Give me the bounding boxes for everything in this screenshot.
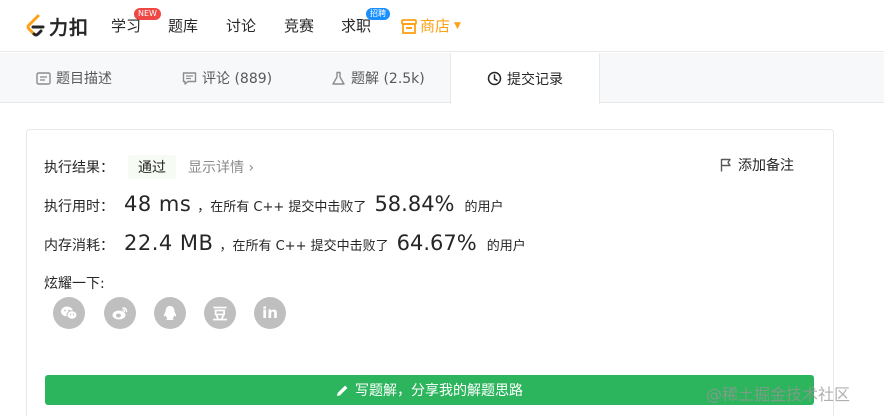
chevron-right-icon: › bbox=[248, 160, 255, 176]
runtime-percent: 58.84% bbox=[374, 192, 455, 216]
nav-item-learn[interactable]: 学习 NEW bbox=[111, 8, 161, 36]
tab-label: 题解 (2.5k) bbox=[351, 71, 425, 87]
description-icon bbox=[36, 71, 51, 85]
nav-item-label: 学习 bbox=[111, 17, 142, 35]
result-row: 执行结果： 通过 显示详情 › bbox=[44, 155, 254, 179]
share-qq-button[interactable] bbox=[154, 297, 186, 329]
memory-row: 内存消耗： 22.4 MB ，在所有 C++ 提交中击败了 64.67% 的用户 bbox=[44, 231, 526, 255]
share-linkedin-button[interactable]: in bbox=[254, 297, 286, 329]
share-label: 炫耀一下: bbox=[44, 276, 105, 292]
runtime-label: 执行用时： bbox=[44, 199, 114, 215]
caret-down-icon: ▼ bbox=[454, 21, 461, 31]
status-badge[interactable]: 通过 bbox=[128, 155, 176, 179]
show-details-label: 显示详情 bbox=[188, 160, 244, 176]
share-douban-button[interactable]: 豆 bbox=[204, 297, 236, 329]
tab-solutions[interactable]: 题解 (2.5k) bbox=[331, 53, 425, 103]
weibo-icon bbox=[112, 307, 128, 320]
nav-item-store[interactable]: 商店 ▼ bbox=[401, 16, 461, 36]
wechat-icon bbox=[61, 306, 78, 320]
watermark: @稀土掘金技术社区 bbox=[706, 385, 851, 404]
logo[interactable]: 力扣 bbox=[24, 13, 89, 39]
add-note-button[interactable]: 添加备注 bbox=[720, 155, 794, 175]
runtime-row: 执行用时： 48 ms ，在所有 C++ 提交中击败了 58.84% 的用户 bbox=[44, 192, 504, 216]
runtime-text: ，在所有 C++ 提交中击败了 bbox=[197, 200, 367, 215]
tab-label: 评论 (889) bbox=[202, 71, 273, 87]
pencil-icon bbox=[337, 385, 348, 396]
clock-icon bbox=[487, 71, 502, 86]
linkedin-icon: in bbox=[262, 304, 278, 322]
write-solution-button[interactable]: 写题解，分享我的解题思路 bbox=[45, 375, 814, 405]
douban-icon: 豆 bbox=[212, 304, 228, 323]
nav-item-discuss[interactable]: 讨论 bbox=[226, 16, 256, 36]
new-badge: NEW bbox=[134, 8, 161, 20]
memory-users: 的用户 bbox=[486, 239, 526, 254]
nav-item-label: 题库 bbox=[168, 17, 199, 35]
share-weibo-button[interactable] bbox=[104, 297, 136, 329]
memory-percent: 64.67% bbox=[396, 231, 477, 255]
comment-icon bbox=[182, 71, 197, 85]
memory-value: 22.4 MB bbox=[124, 231, 214, 255]
tab-comments[interactable]: 评论 (889) bbox=[182, 53, 272, 103]
flag-icon bbox=[720, 158, 731, 172]
nav-item-jobs[interactable]: 求职 招聘 bbox=[341, 8, 390, 36]
nav-item-contest[interactable]: 竞赛 bbox=[284, 16, 314, 36]
logo-text: 力扣 bbox=[49, 16, 90, 39]
store-label: 商店 bbox=[420, 17, 451, 35]
memory-label: 内存消耗： bbox=[44, 238, 114, 254]
nav-item-label: 竞赛 bbox=[284, 17, 315, 35]
leetcode-logo-icon bbox=[26, 14, 45, 37]
tab-submissions[interactable]: 提交记录 bbox=[450, 53, 600, 104]
write-solution-label: 写题解，分享我的解题思路 bbox=[355, 383, 523, 399]
result-label: 执行结果： bbox=[44, 160, 114, 176]
tab-label: 提交记录 bbox=[507, 71, 563, 88]
qq-icon bbox=[163, 306, 177, 320]
share-wechat-button[interactable] bbox=[53, 297, 85, 329]
memory-text: ，在所有 C++ 提交中击败了 bbox=[219, 239, 389, 254]
runtime-users: 的用户 bbox=[464, 200, 504, 215]
tab-label: 题目描述 bbox=[56, 71, 112, 87]
store-icon bbox=[401, 18, 417, 34]
top-navbar: 力扣 学习 NEW 题库 讨论 竞赛 求职 招聘 商店 ▼ bbox=[0, 0, 884, 52]
tab-description[interactable]: 题目描述 bbox=[36, 53, 112, 103]
runtime-value: 48 ms bbox=[124, 192, 192, 216]
nav-item-label: 求职 bbox=[341, 17, 372, 35]
hiring-badge: 招聘 bbox=[366, 8, 390, 20]
show-details-link[interactable]: 显示详情 › bbox=[188, 157, 254, 177]
nav-item-problems[interactable]: 题库 bbox=[168, 16, 198, 36]
flask-icon bbox=[332, 71, 345, 85]
nav-item-label: 讨论 bbox=[226, 17, 257, 35]
add-note-label: 添加备注 bbox=[738, 158, 794, 174]
problem-tabs: 题目描述 评论 (889) 题解 (2.5k) 提交记录 bbox=[0, 53, 884, 104]
